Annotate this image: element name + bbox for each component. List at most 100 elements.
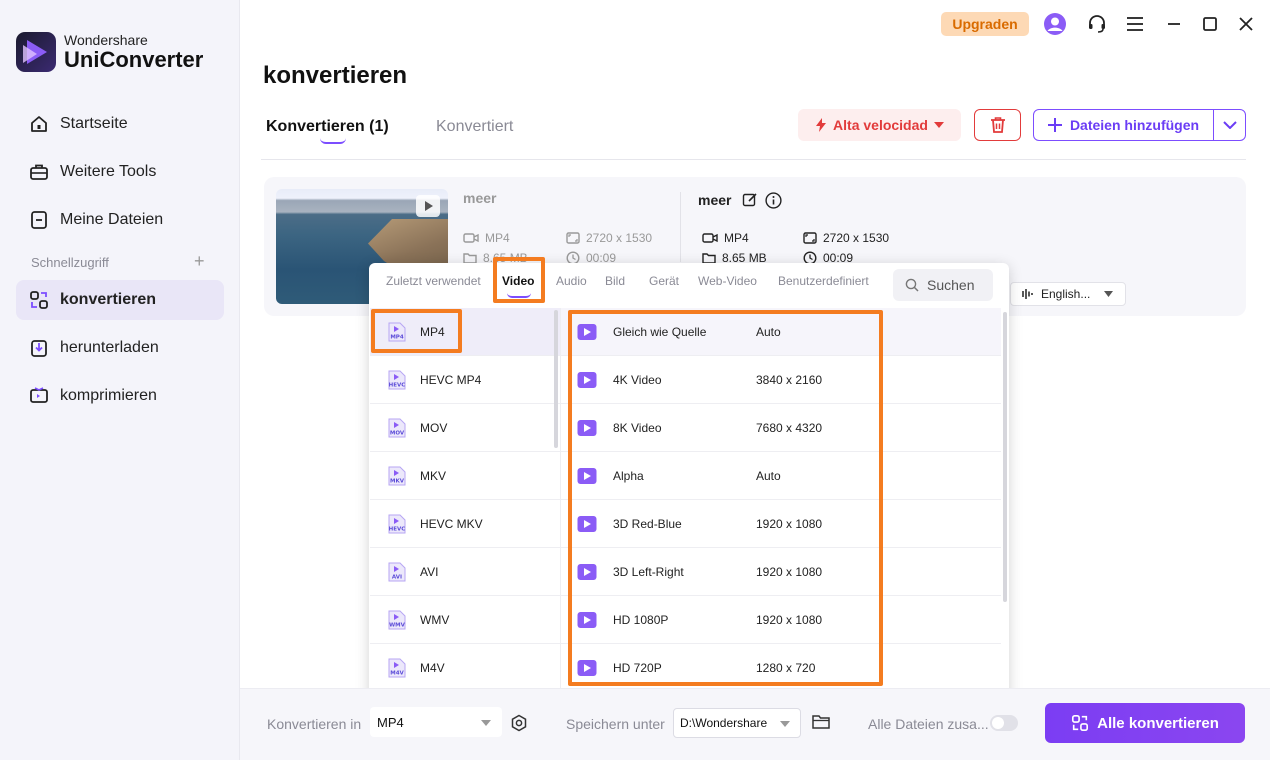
lightning-icon: [816, 118, 827, 132]
resolution-option[interactable]: 4K Video 3840 x 2160: [561, 356, 1001, 404]
sidebar-item-label: Weitere Tools: [60, 163, 157, 180]
format-file-icon: MKV: [386, 465, 408, 487]
resolution-icon: [566, 232, 580, 244]
tab-device[interactable]: Gerät: [649, 274, 679, 288]
format-item-mp4[interactable]: MP4 MP4: [370, 308, 560, 356]
format-item-label: AVI: [420, 564, 439, 579]
support-headset-icon[interactable]: [1085, 12, 1109, 36]
open-folder-icon[interactable]: [812, 714, 830, 735]
resolution-option[interactable]: 3D Left-Right 1920 x 1080: [561, 548, 1001, 596]
format-item-hevc-mp4[interactable]: HEVC HEVC MP4: [370, 356, 560, 404]
resolution-value: 7680 x 4320: [756, 420, 823, 435]
tab-recent[interactable]: Zuletzt verwendet: [386, 274, 481, 288]
format-search-input[interactable]: Suchen: [893, 269, 993, 301]
high-speed-label: Alta velocidad: [833, 117, 928, 133]
resolution-value: 3840 x 2160: [756, 372, 823, 387]
resolution-name: 4K Video: [613, 372, 662, 387]
settings-gear-icon[interactable]: [510, 714, 528, 737]
avatar[interactable]: [1043, 12, 1067, 36]
resolution-option[interactable]: HD 720P 1280 x 720: [561, 644, 1001, 692]
add-files-dropdown[interactable]: [1214, 121, 1245, 129]
format-item-wmv[interactable]: WMV WMV: [370, 596, 560, 644]
delete-button[interactable]: [974, 109, 1021, 141]
resolution-option[interactable]: 8K Video 7680 x 4320: [561, 404, 1001, 452]
sidebar-item-label: Meine Dateien: [60, 211, 164, 228]
sidebar-item-label: herunterladen: [60, 339, 159, 356]
tab-web-video[interactable]: Web-Video: [698, 274, 757, 288]
maximize-icon[interactable]: [1198, 12, 1222, 36]
tab-audio[interactable]: Audio: [556, 274, 587, 288]
menu-icon[interactable]: [1123, 12, 1147, 36]
minimize-icon[interactable]: [1162, 12, 1186, 36]
logo-icon: [16, 32, 56, 72]
tab-image[interactable]: Bild: [605, 274, 625, 288]
sidebar-item-files[interactable]: Meine Dateien: [16, 200, 224, 240]
play-icon[interactable]: [416, 195, 440, 217]
resolution-name: Gleich wie Quelle: [613, 324, 707, 339]
caret-down-icon: [933, 122, 944, 128]
edit-name-icon[interactable]: [742, 192, 758, 213]
chevron-down-icon: [1222, 121, 1237, 129]
close-icon[interactable]: [1234, 12, 1258, 36]
tab-custom[interactable]: Benutzerdefiniert: [778, 274, 869, 288]
save-path-select[interactable]: D:\Wondershare: [673, 708, 801, 738]
info-icon[interactable]: [765, 192, 782, 214]
add-quick-access-icon[interactable]: +: [194, 251, 205, 272]
resolution-name: Alpha: [613, 468, 644, 483]
format-list-scrollbar[interactable]: [554, 310, 558, 448]
video-preset-icon: [577, 611, 597, 629]
high-speed-button[interactable]: Alta velocidad: [798, 109, 961, 141]
format-item-mkv[interactable]: MKV MKV: [370, 452, 560, 500]
video-camera-icon: [702, 233, 718, 243]
video-preset-icon: [577, 419, 597, 437]
resolution-list-scrollbar[interactable]: [1003, 312, 1007, 602]
sidebar-item-convert[interactable]: konvertieren: [16, 280, 224, 320]
tabs-divider: [261, 159, 1246, 160]
tab-converting[interactable]: Konvertieren (1): [266, 118, 389, 136]
merge-files-toggle[interactable]: [990, 715, 1018, 731]
resolution-value: 1280 x 720: [756, 660, 816, 675]
file-icon: [28, 209, 50, 231]
resolution-value: Auto: [756, 324, 781, 339]
convert-all-button[interactable]: Alle konvertieren: [1045, 703, 1245, 743]
video-camera-icon: [463, 233, 479, 243]
save-to-label: Speichern unter: [566, 716, 665, 732]
format-item-m4v[interactable]: M4V M4V: [370, 644, 560, 692]
sidebar-item-tools[interactable]: Weitere Tools: [16, 152, 224, 192]
output-format-select[interactable]: MP4: [370, 707, 502, 737]
tab-converted[interactable]: Konvertiert: [436, 118, 513, 136]
svg-text:HEVC: HEVC: [389, 382, 406, 388]
resolution-option[interactable]: Alpha Auto: [561, 452, 1001, 500]
sidebar: Wondershare UniConverter Startseite Weit…: [0, 0, 240, 760]
resolution-name: 8K Video: [613, 420, 662, 435]
target-file-name: meer: [698, 192, 732, 208]
resolution-option[interactable]: HD 1080P 1920 x 1080: [561, 596, 1001, 644]
resolution-value: 1920 x 1080: [756, 516, 823, 531]
convert-icon: [28, 289, 50, 311]
resolution-list: Gleich wie Quelle Auto 4K Video 3840 x 2160…: [561, 308, 1001, 698]
video-preset-icon: [577, 515, 597, 533]
resolution-option[interactable]: 3D Red-Blue 1920 x 1080: [561, 500, 1001, 548]
svg-text:M4V: M4V: [390, 670, 404, 676]
format-file-icon: WMV: [386, 609, 408, 631]
format-item-hevc-mkv[interactable]: HEVC HEVC MKV: [370, 500, 560, 548]
sidebar-item-download[interactable]: herunterladen: [16, 328, 224, 368]
upgrade-button[interactable]: Upgraden: [941, 12, 1029, 36]
sidebar-item-compress[interactable]: komprimieren: [16, 376, 224, 416]
resolution-option[interactable]: Gleich wie Quelle Auto: [561, 308, 1001, 356]
format-file-icon: HEVC: [386, 369, 408, 391]
caret-down-icon: [1104, 291, 1114, 297]
svg-text:WMV: WMV: [389, 622, 406, 628]
format-item-mov[interactable]: MOV MOV: [370, 404, 560, 452]
search-icon: [905, 278, 919, 292]
audio-language-select[interactable]: English...: [1010, 282, 1126, 306]
app-logo: Wondershare UniConverter: [16, 32, 203, 72]
tab-video[interactable]: Video: [502, 274, 534, 288]
sidebar-item-home[interactable]: Startseite: [16, 104, 224, 144]
source-format: MP4: [463, 231, 510, 245]
format-item-label: M4V: [420, 660, 445, 675]
add-files-button[interactable]: Dateien hinzufügen: [1033, 109, 1246, 141]
resolution-name: 3D Red-Blue: [613, 516, 682, 531]
format-item-avi[interactable]: AVI AVI: [370, 548, 560, 596]
trash-icon: [990, 117, 1005, 133]
